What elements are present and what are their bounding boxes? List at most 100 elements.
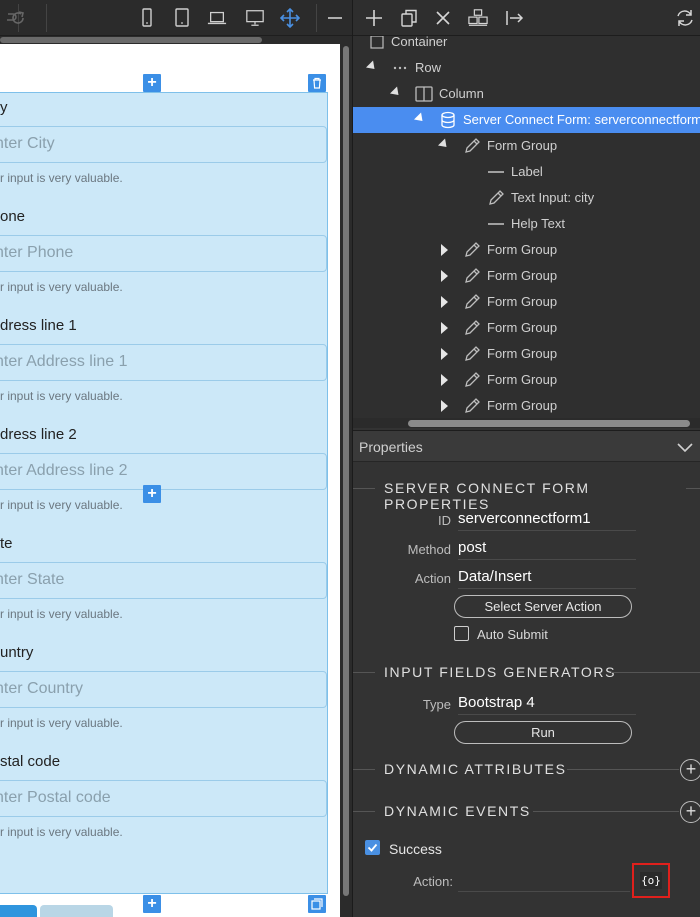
section-dynamic-attributes: DYNAMIC ATTRIBUTES + xyxy=(353,759,700,781)
chevron-down-icon[interactable] xyxy=(677,440,693,458)
tree-item-form-group[interactable]: Form Group xyxy=(353,393,700,418)
tree-item-column[interactable]: Column xyxy=(353,81,700,107)
auto-submit-checkbox[interactable] xyxy=(454,626,469,641)
expand-arrow-icon[interactable] xyxy=(441,296,448,308)
tree-item-form-group[interactable]: Form Group xyxy=(353,315,700,341)
pencil-icon xyxy=(463,371,481,389)
tree-item-form-group[interactable]: Form Group xyxy=(353,263,700,289)
canvas-vertical-scrollbar[interactable] xyxy=(340,36,352,917)
pencil-icon xyxy=(463,397,481,415)
section-input-fields-generators: INPUT FIELDS GENERATORS xyxy=(353,663,700,683)
tree-item-server-connect-form[interactable]: Server Connect Form: serverconnectform1 xyxy=(353,107,700,133)
expand-arrow-icon[interactable] xyxy=(441,270,448,282)
phone-view-icon[interactable] xyxy=(137,8,157,28)
text-input[interactable]: nter Address line 2 xyxy=(0,453,327,490)
add-before-button[interactable]: + xyxy=(143,74,161,92)
success-checkbox[interactable] xyxy=(365,840,380,855)
select-server-action-button[interactable]: Select Server Action xyxy=(454,595,632,618)
pencil-icon xyxy=(463,345,481,363)
tree-horizontal-scrollbar[interactable] xyxy=(353,418,700,428)
method-label: Method xyxy=(407,542,451,557)
database-icon xyxy=(439,111,457,129)
tablet-view-icon[interactable] xyxy=(172,8,192,28)
canvas-horizontal-scrollbar[interactable] xyxy=(0,36,340,44)
section-dynamic-events: DYNAMIC EVENTS + xyxy=(353,801,700,823)
remove-icon[interactable] xyxy=(433,8,453,28)
delete-icon[interactable] xyxy=(308,74,326,92)
section-server-connect-form: SERVER CONNECT FORM PROPERTIES xyxy=(353,479,700,512)
tree-item-label[interactable]: Label xyxy=(353,159,700,185)
expand-arrow-icon[interactable] xyxy=(441,244,448,256)
collapse-arrow-icon[interactable] xyxy=(365,60,379,73)
add-component-icon[interactable] xyxy=(364,8,384,28)
type-select[interactable]: Bootstrap 4 xyxy=(458,694,636,715)
form-group-label: untry xyxy=(0,644,34,661)
structure-tree: Container Row Column Server Connect Form… xyxy=(353,36,700,418)
properties-header[interactable]: Properties xyxy=(353,430,700,462)
form-group-label: y xyxy=(0,99,8,116)
add-inside-button[interactable]: + xyxy=(143,485,161,503)
redo-icon[interactable] xyxy=(8,8,28,28)
run-button[interactable]: Run xyxy=(454,721,632,744)
text-input[interactable]: nter City xyxy=(0,126,327,163)
tree-item-container[interactable]: Container xyxy=(353,36,700,55)
cancel-button[interactable]: Cancel xyxy=(40,905,113,917)
tree-item-text-input[interactable]: Text Input: city xyxy=(353,185,700,211)
form-group-label: dress line 1 xyxy=(0,317,77,334)
action-label: Action xyxy=(414,571,451,586)
desktop-view-icon[interactable] xyxy=(245,8,265,28)
tree-item-row[interactable]: Row xyxy=(353,55,700,81)
checkbox-icon xyxy=(368,36,386,51)
help-text: r input is very valuable. xyxy=(0,716,123,730)
text-input[interactable]: nter Address line 1 xyxy=(0,344,327,381)
save-button[interactable]: ave xyxy=(0,905,37,917)
expand-arrow-icon[interactable] xyxy=(441,400,448,412)
method-select[interactable]: post xyxy=(458,539,636,560)
form-group-label: one xyxy=(0,208,26,225)
laptop-view-icon[interactable] xyxy=(207,8,227,28)
minimize-icon[interactable] xyxy=(325,8,345,28)
event-action-label: Action: xyxy=(413,874,453,889)
export-icon[interactable] xyxy=(505,8,525,28)
tree-item-form-group[interactable]: Form Group xyxy=(353,133,700,159)
help-text: r input is very valuable. xyxy=(0,389,123,403)
tree-item-form-group[interactable]: Form Group xyxy=(353,237,700,263)
dynamic-data-picker-icon[interactable]: {o} xyxy=(640,872,662,889)
tree-item-form-group[interactable]: Form Group xyxy=(353,289,700,315)
id-field[interactable]: serverconnectform1 xyxy=(458,510,636,531)
help-text: r input is very valuable. xyxy=(0,607,123,621)
event-action-field[interactable] xyxy=(458,873,630,892)
help-text: r input is very valuable. xyxy=(0,825,123,839)
components-icon[interactable] xyxy=(468,8,488,28)
text-input[interactable]: nter Postal code xyxy=(0,780,327,817)
collapse-arrow-icon[interactable] xyxy=(437,138,451,151)
collapse-arrow-icon[interactable] xyxy=(389,86,403,99)
add-dynamic-event-button[interactable]: + xyxy=(680,801,700,823)
structure-properties-panel: Container Row Column Server Connect Form… xyxy=(352,0,700,917)
duplicate-icon[interactable] xyxy=(308,895,326,913)
text-input[interactable]: nter State xyxy=(0,562,327,599)
action-field[interactable]: Data/Insert xyxy=(458,568,636,589)
help-text: r input is very valuable. xyxy=(0,498,123,512)
collapse-arrow-icon[interactable] xyxy=(413,112,427,125)
expand-arrow-icon[interactable] xyxy=(441,322,448,334)
tree-item-help-text[interactable]: Help Text xyxy=(353,211,700,237)
expand-arrow-icon[interactable] xyxy=(441,374,448,386)
add-after-button[interactable]: + xyxy=(143,895,161,913)
id-label: ID xyxy=(438,513,451,528)
design-canvas: y nter City r input is very valuable. on… xyxy=(0,44,340,917)
move-icon[interactable] xyxy=(280,8,300,28)
form-group-label: stal code xyxy=(0,753,61,770)
text-input[interactable]: nter Country xyxy=(0,671,327,708)
tree-item-form-group[interactable]: Form Group xyxy=(353,367,700,393)
server-connect-form-preview[interactable]: y nter City r input is very valuable. on… xyxy=(0,92,328,917)
copy-icon[interactable] xyxy=(399,8,419,28)
refresh-icon[interactable] xyxy=(675,8,695,28)
design-toolbar xyxy=(0,0,352,36)
text-input[interactable]: nter Phone xyxy=(0,235,327,272)
add-dynamic-attribute-button[interactable]: + xyxy=(680,759,700,781)
pencil-icon xyxy=(463,319,481,337)
expand-arrow-icon[interactable] xyxy=(441,348,448,360)
structure-toolbar xyxy=(353,0,700,36)
tree-item-form-group[interactable]: Form Group xyxy=(353,341,700,367)
